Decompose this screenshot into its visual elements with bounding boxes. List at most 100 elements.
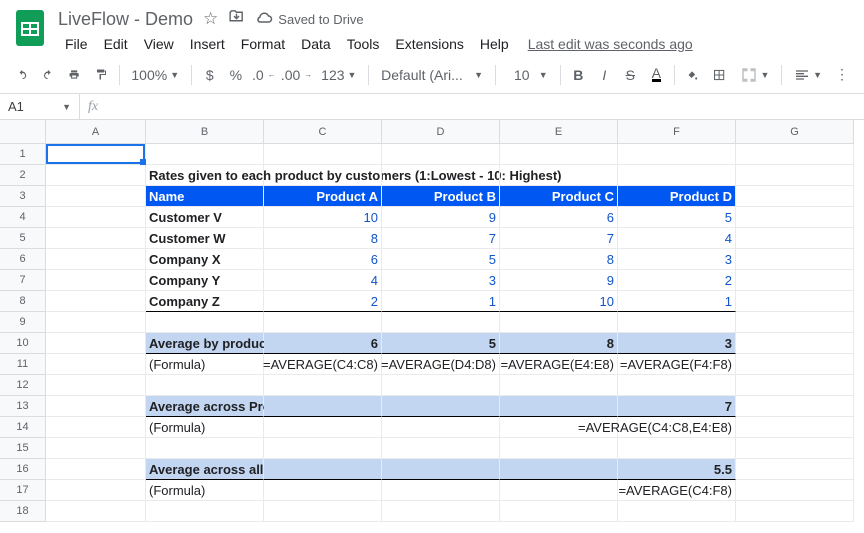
- row-header-14[interactable]: 14: [0, 417, 46, 438]
- cell[interactable]: =AVERAGE(F4:F8): [618, 354, 736, 375]
- cell[interactable]: =AVERAGE(E4:E8): [500, 354, 618, 375]
- doc-title[interactable]: LiveFlow - Demo: [58, 9, 193, 30]
- cell[interactable]: [736, 333, 854, 354]
- cell[interactable]: Customer W: [146, 228, 264, 249]
- cell[interactable]: [46, 228, 146, 249]
- menu-edit[interactable]: Edit: [97, 32, 135, 56]
- cell[interactable]: [382, 312, 500, 333]
- cell[interactable]: [382, 396, 500, 417]
- select-all-corner[interactable]: [0, 120, 46, 144]
- cell[interactable]: Product B: [382, 186, 500, 207]
- row-header-4[interactable]: 4: [0, 207, 46, 228]
- row-header-16[interactable]: 16: [0, 459, 46, 480]
- move-icon[interactable]: [228, 8, 245, 30]
- cell[interactable]: 3: [382, 270, 500, 291]
- cell[interactable]: [264, 459, 382, 480]
- cell[interactable]: 10: [264, 207, 382, 228]
- cell[interactable]: [382, 501, 500, 522]
- cell[interactable]: 4: [618, 228, 736, 249]
- print-button[interactable]: [62, 62, 86, 88]
- cell[interactable]: [736, 459, 854, 480]
- cell[interactable]: [264, 480, 382, 501]
- undo-button[interactable]: [10, 62, 34, 88]
- cell[interactable]: [46, 186, 146, 207]
- cell[interactable]: [264, 417, 382, 438]
- strikethrough-button[interactable]: S: [618, 63, 642, 87]
- cell[interactable]: [618, 312, 736, 333]
- cell[interactable]: [618, 438, 736, 459]
- cell[interactable]: [736, 354, 854, 375]
- cell[interactable]: [500, 312, 618, 333]
- cell[interactable]: Customer V: [146, 207, 264, 228]
- col-header-C[interactable]: C: [264, 120, 382, 144]
- col-header-A[interactable]: A: [46, 120, 146, 144]
- cell[interactable]: [736, 186, 854, 207]
- cell[interactable]: Company Y: [146, 270, 264, 291]
- cell[interactable]: [382, 144, 500, 165]
- merge-cells-button[interactable]: ▼: [734, 62, 776, 88]
- cell[interactable]: Company Z: [146, 291, 264, 312]
- cell[interactable]: Rates given to each product by customers…: [146, 165, 264, 186]
- row-header-6[interactable]: 6: [0, 249, 46, 270]
- cell[interactable]: [618, 375, 736, 396]
- cell[interactable]: [500, 165, 618, 186]
- cell[interactable]: [46, 312, 146, 333]
- cell[interactable]: 3: [618, 333, 736, 354]
- row-header-13[interactable]: 13: [0, 396, 46, 417]
- fill-color-button[interactable]: [681, 62, 705, 88]
- cell[interactable]: [46, 270, 146, 291]
- row-header-18[interactable]: 18: [0, 501, 46, 522]
- row-header-9[interactable]: 9: [0, 312, 46, 333]
- cell[interactable]: Product A: [264, 186, 382, 207]
- cell[interactable]: 5.5: [618, 459, 736, 480]
- col-header-D[interactable]: D: [382, 120, 500, 144]
- cell[interactable]: Product C: [500, 186, 618, 207]
- cell[interactable]: 7: [618, 396, 736, 417]
- row-header-15[interactable]: 15: [0, 438, 46, 459]
- cell[interactable]: (Formula): [146, 417, 264, 438]
- cell[interactable]: [46, 396, 146, 417]
- cell[interactable]: [736, 396, 854, 417]
- cell[interactable]: [264, 165, 382, 186]
- cell[interactable]: [736, 144, 854, 165]
- borders-button[interactable]: [707, 62, 731, 88]
- cell[interactable]: [618, 165, 736, 186]
- cell[interactable]: 5: [382, 249, 500, 270]
- cell[interactable]: [46, 459, 146, 480]
- cell[interactable]: [46, 480, 146, 501]
- cell[interactable]: [736, 417, 854, 438]
- name-box[interactable]: A1▼: [0, 94, 80, 119]
- cell[interactable]: [46, 249, 146, 270]
- more-formats-dropdown[interactable]: 123▼: [315, 63, 362, 87]
- cell[interactable]: 6: [264, 333, 382, 354]
- cell[interactable]: [146, 375, 264, 396]
- cell[interactable]: [264, 375, 382, 396]
- more-toolbar-button[interactable]: ⋮: [830, 62, 854, 87]
- star-icon[interactable]: ☆: [203, 9, 218, 29]
- cell[interactable]: 7: [500, 228, 618, 249]
- last-edit-link[interactable]: Last edit was seconds ago: [528, 36, 693, 52]
- col-header-G[interactable]: G: [736, 120, 854, 144]
- cell[interactable]: 8: [500, 333, 618, 354]
- zoom-dropdown[interactable]: 100%▼: [125, 63, 185, 87]
- cell[interactable]: 2: [618, 270, 736, 291]
- cell[interactable]: [736, 375, 854, 396]
- row-header-5[interactable]: 5: [0, 228, 46, 249]
- cell[interactable]: [736, 165, 854, 186]
- cell[interactable]: 8: [500, 249, 618, 270]
- currency-button[interactable]: $: [198, 63, 222, 87]
- row-header-12[interactable]: 12: [0, 375, 46, 396]
- cell[interactable]: [46, 207, 146, 228]
- cell[interactable]: [500, 144, 618, 165]
- cell[interactable]: [46, 165, 146, 186]
- cell[interactable]: [146, 312, 264, 333]
- cell[interactable]: [46, 354, 146, 375]
- row-header-3[interactable]: 3: [0, 186, 46, 207]
- cell[interactable]: [500, 501, 618, 522]
- cell[interactable]: [736, 270, 854, 291]
- cell[interactable]: [736, 249, 854, 270]
- cell[interactable]: 6: [500, 207, 618, 228]
- text-color-button[interactable]: A: [644, 63, 668, 86]
- bold-button[interactable]: B: [566, 63, 590, 87]
- cell[interactable]: [382, 375, 500, 396]
